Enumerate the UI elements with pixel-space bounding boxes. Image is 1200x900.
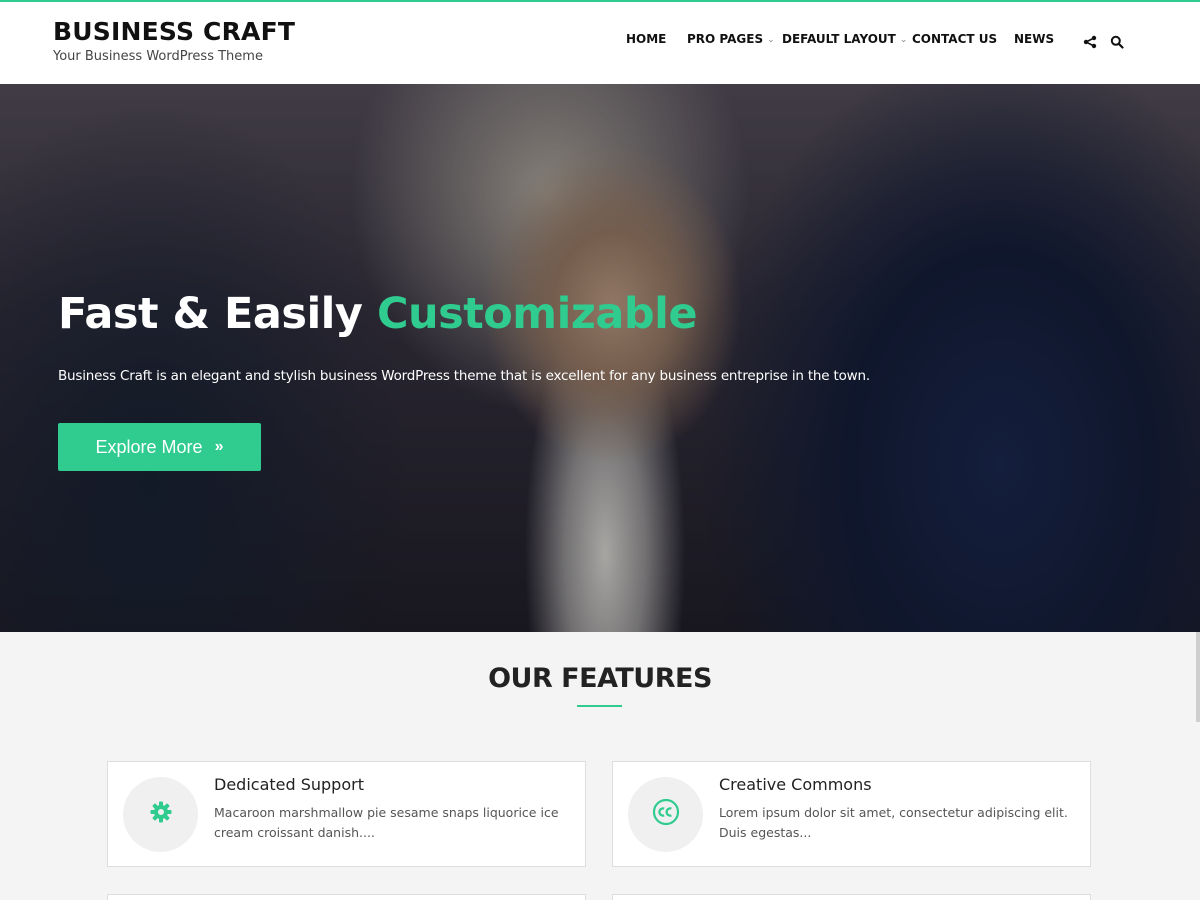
feature-icon-circle	[123, 777, 198, 852]
site-brand[interactable]: BUSINESS CRAFT Your Business WordPress T…	[53, 16, 295, 64]
chevron-down-icon: ⌄	[767, 35, 775, 45]
share-icon[interactable]	[1083, 35, 1099, 51]
nav-item-label: PRO PAGES	[687, 32, 764, 46]
nav-item-pro-pages[interactable]: PRO PAGES ⌄	[687, 32, 775, 46]
hero-title-accent: Customizable	[376, 289, 698, 339]
gear-icon	[149, 800, 173, 829]
feature-title[interactable]: Creative Commons	[719, 775, 872, 794]
nav-item-label: CONTACT US	[912, 32, 998, 46]
nav-item-news[interactable]: NEWS	[1014, 32, 1054, 46]
feature-icon-circle	[628, 777, 703, 852]
feature-text: Macaroon marshmallow pie sesame snaps li…	[214, 805, 559, 840]
hero-subtitle: Business Craft is an elegant and stylish…	[58, 368, 870, 384]
hero-banner: Fast & Easily Customizable Business Craf…	[0, 84, 1200, 632]
site-tagline: Your Business WordPress Theme	[53, 49, 263, 64]
explore-more-button[interactable]: Explore More »	[58, 423, 261, 471]
hero-title: Fast & Easily Customizable	[58, 289, 698, 339]
feature-card-dedicated-support[interactable]: Dedicated Support Macaroon marshmallow p…	[107, 761, 586, 867]
features-heading-underline	[577, 705, 622, 707]
nav-item-contact-us[interactable]: CONTACT US	[912, 32, 997, 46]
chevron-down-icon: ⌄	[899, 35, 908, 45]
nav-item-default-layout[interactable]: DEFAULT LAYOUT ⌄	[782, 32, 907, 46]
feature-title[interactable]: Dedicated Support	[214, 775, 364, 794]
explore-more-label: Explore More	[95, 436, 203, 457]
nav-item-label: DEFAULT LAYOUT	[782, 32, 896, 46]
scrollbar-thumb[interactable]	[1196, 632, 1200, 722]
hero-title-plain: Fast & Easily	[58, 289, 377, 339]
feature-card-partial	[612, 894, 1091, 900]
site-header: BUSINESS CRAFT Your Business WordPress T…	[0, 2, 1200, 84]
feature-card-creative-commons[interactable]: Creative Commons Lorem ipsum dolor sit a…	[612, 761, 1091, 867]
site-title[interactable]: BUSINESS CRAFT	[53, 16, 295, 48]
nav-item-label: HOME	[626, 32, 667, 46]
feature-card-partial	[107, 894, 586, 900]
double-chevron-right-icon: »	[214, 438, 224, 455]
hero-image-overlay	[0, 84, 1200, 632]
nav-item-home[interactable]: HOME	[626, 32, 666, 46]
creative-commons-icon	[652, 798, 680, 831]
feature-text: Lorem ipsum dolor sit amet, consectetur …	[719, 805, 1068, 840]
search-icon[interactable]	[1110, 35, 1126, 51]
features-heading: OUR FEATURES	[488, 663, 712, 694]
nav-item-label: NEWS	[1014, 32, 1055, 46]
